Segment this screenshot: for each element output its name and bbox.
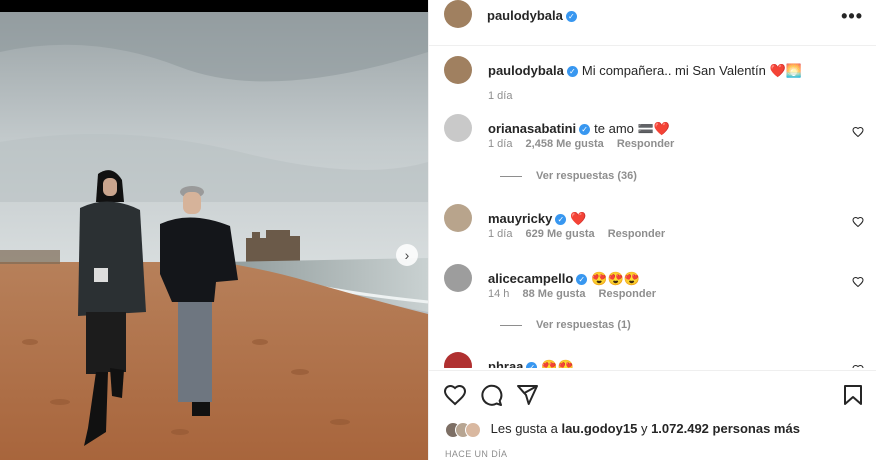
comment-item: orianasabatini ✓ te amo 🟰❤️ 1 día 2,458 Me… xyxy=(429,114,876,194)
comment-body: ❤️ xyxy=(570,211,587,226)
post-actions: Les gusta a lau.godoy15 y 1.072.492 pers… xyxy=(429,370,876,460)
liker-avatars xyxy=(445,421,491,438)
likes-count[interactable]: 1.072.492 personas más xyxy=(651,421,800,436)
comment-meta: 1 día 629 Me gusta Responder xyxy=(488,228,675,240)
comment-likes[interactable]: 88 Me gusta xyxy=(522,288,585,300)
comment-text: mauyricky ✓ ❤️ xyxy=(488,211,587,227)
comment-username[interactable]: phraa xyxy=(488,359,523,368)
bookmark-icon[interactable] xyxy=(841,383,865,407)
liker-username[interactable]: lau.godoy15 xyxy=(561,421,637,436)
comment-username[interactable]: alicecampello xyxy=(488,271,573,286)
comment-time: 14 h xyxy=(488,288,510,300)
comment-body: 😍😍 xyxy=(541,359,574,368)
post-header: paulodybala ✓ ••• xyxy=(429,0,876,46)
comment-text: orianasabatini ✓ te amo 🟰❤️ xyxy=(488,121,670,137)
reply-button[interactable]: Responder xyxy=(599,288,656,300)
next-photo-button[interactable]: › xyxy=(396,244,418,266)
replies-divider xyxy=(500,324,522,326)
post-date: HACE UN DÍA xyxy=(445,449,508,459)
caption-username[interactable]: paulodybala xyxy=(488,63,564,78)
reply-button[interactable]: Responder xyxy=(608,228,665,240)
chevron-right-icon: › xyxy=(404,247,410,263)
verified-icon: ✓ xyxy=(526,362,538,368)
heart-icon[interactable] xyxy=(852,126,864,138)
replies-divider xyxy=(500,175,522,177)
commenter-avatar[interactable] xyxy=(444,114,472,142)
verified-icon: ✓ xyxy=(576,274,588,286)
likes-summary: Les gusta a lau.godoy15 y 1.072.492 pers… xyxy=(445,421,800,438)
comment-item: phraa ✓ 😍😍 xyxy=(429,352,876,368)
comment-icon[interactable] xyxy=(479,383,503,407)
share-icon[interactable] xyxy=(515,383,539,407)
reply-button[interactable]: Responder xyxy=(617,138,674,150)
commenter-avatar[interactable] xyxy=(444,352,472,368)
more-icon[interactable]: ••• xyxy=(841,6,863,27)
heart-icon[interactable] xyxy=(852,364,864,368)
comment-likes[interactable]: 2,458 Me gusta xyxy=(526,138,604,150)
comments-list[interactable]: paulodybala ✓ Mi compañera.. mi San Valent… xyxy=(429,46,876,368)
verified-icon: ✓ xyxy=(579,124,591,136)
comment-time: 1 día xyxy=(488,138,513,150)
comment-body: 😍😍😍 xyxy=(591,271,640,286)
view-replies-label: Ver respuestas (1) xyxy=(536,319,631,331)
comment-meta: 14 h 88 Me gusta Responder xyxy=(488,288,666,300)
view-replies-button[interactable]: Ver respuestas (1) xyxy=(500,319,631,331)
author-username[interactable]: paulodybala xyxy=(487,8,563,23)
caption-body: Mi compañera.. mi San Valentín ❤️🌅 xyxy=(581,63,802,78)
photo-top-bar xyxy=(0,0,428,12)
caption-avatar[interactable] xyxy=(444,56,472,84)
commenter-avatar[interactable] xyxy=(444,204,472,232)
comment-body: te amo 🟰❤️ xyxy=(594,121,670,136)
comment-text: alicecampello ✓ 😍😍😍 xyxy=(488,271,640,287)
heart-icon[interactable] xyxy=(443,383,467,407)
post-photo[interactable]: › xyxy=(0,0,428,460)
comment-meta: 1 día 2,458 Me gusta Responder xyxy=(488,138,684,150)
commenter-avatar[interactable] xyxy=(444,264,472,292)
view-replies-label: Ver respuestas (36) xyxy=(536,170,637,182)
avatar xyxy=(465,421,481,438)
caption-time: 1 día xyxy=(488,90,513,102)
post-side-panel: paulodybala ✓ ••• paulodybala ✓ Mi compañer… xyxy=(428,0,876,460)
heart-icon[interactable] xyxy=(852,216,864,228)
likes-joiner: y xyxy=(640,421,648,436)
heart-icon[interactable] xyxy=(852,276,864,288)
comment-time: 1 día xyxy=(488,228,513,240)
author-avatar[interactable] xyxy=(444,0,472,28)
likes-prefix: Les gusta a xyxy=(490,421,558,436)
beach-photo-illustration xyxy=(0,12,428,460)
comment-username[interactable]: orianasabatini xyxy=(488,121,576,136)
comment-item: alicecampello ✓ 😍😍😍 14 h 88 Me gusta Respo… xyxy=(429,264,876,344)
comment-item: mauyricky ✓ ❤️ 1 día 629 Me gusta Responde… xyxy=(429,204,876,254)
comment-likes[interactable]: 629 Me gusta xyxy=(526,228,595,240)
verified-icon: ✓ xyxy=(565,11,577,23)
caption-text: paulodybala ✓ Mi compañera.. mi San Valent… xyxy=(488,63,802,79)
author-name-wrap: paulodybala ✓ xyxy=(487,8,577,23)
verified-icon: ✓ xyxy=(566,66,578,78)
comment-username[interactable]: mauyricky xyxy=(488,211,552,226)
caption-row: paulodybala ✓ Mi compañera.. mi San Valent… xyxy=(429,56,876,106)
view-replies-button[interactable]: Ver respuestas (36) xyxy=(500,170,637,182)
caption-meta: 1 día xyxy=(488,90,522,102)
comment-text: phraa ✓ 😍😍 xyxy=(488,359,574,368)
verified-icon: ✓ xyxy=(555,214,567,226)
